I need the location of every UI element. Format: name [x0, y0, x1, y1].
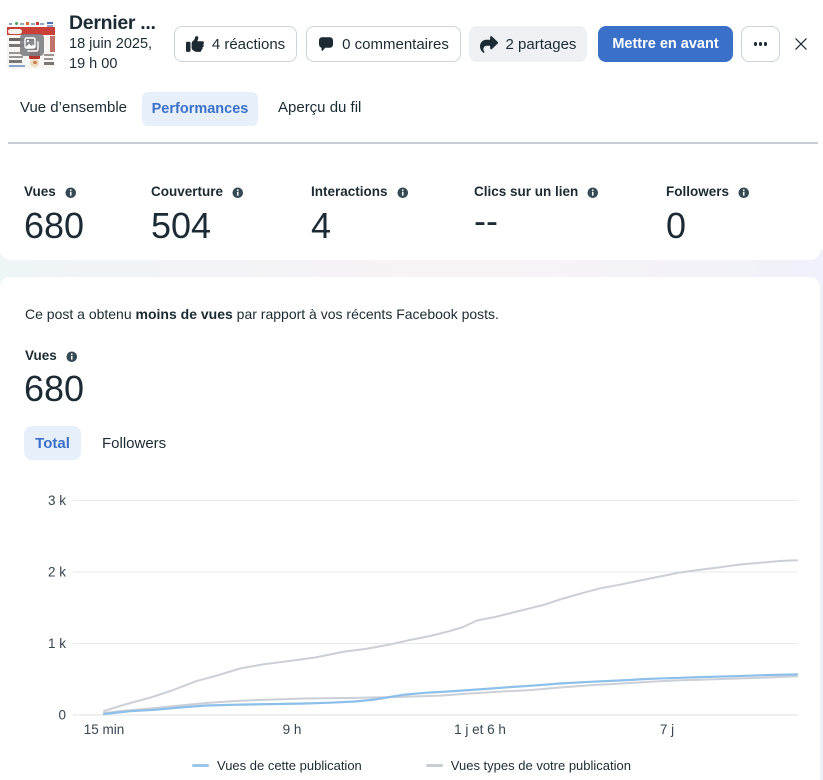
- svg-text:7 j: 7 j: [660, 722, 674, 737]
- svg-text:3 k: 3 k: [48, 493, 66, 508]
- svg-text:15 min: 15 min: [84, 722, 125, 737]
- svg-text:9 h: 9 h: [283, 722, 302, 737]
- svg-text:1 k: 1 k: [48, 636, 66, 651]
- svg-text:1 j et 6 h: 1 j et 6 h: [454, 722, 506, 737]
- svg-text:2 k: 2 k: [48, 565, 66, 580]
- svg-text:0: 0: [58, 708, 66, 723]
